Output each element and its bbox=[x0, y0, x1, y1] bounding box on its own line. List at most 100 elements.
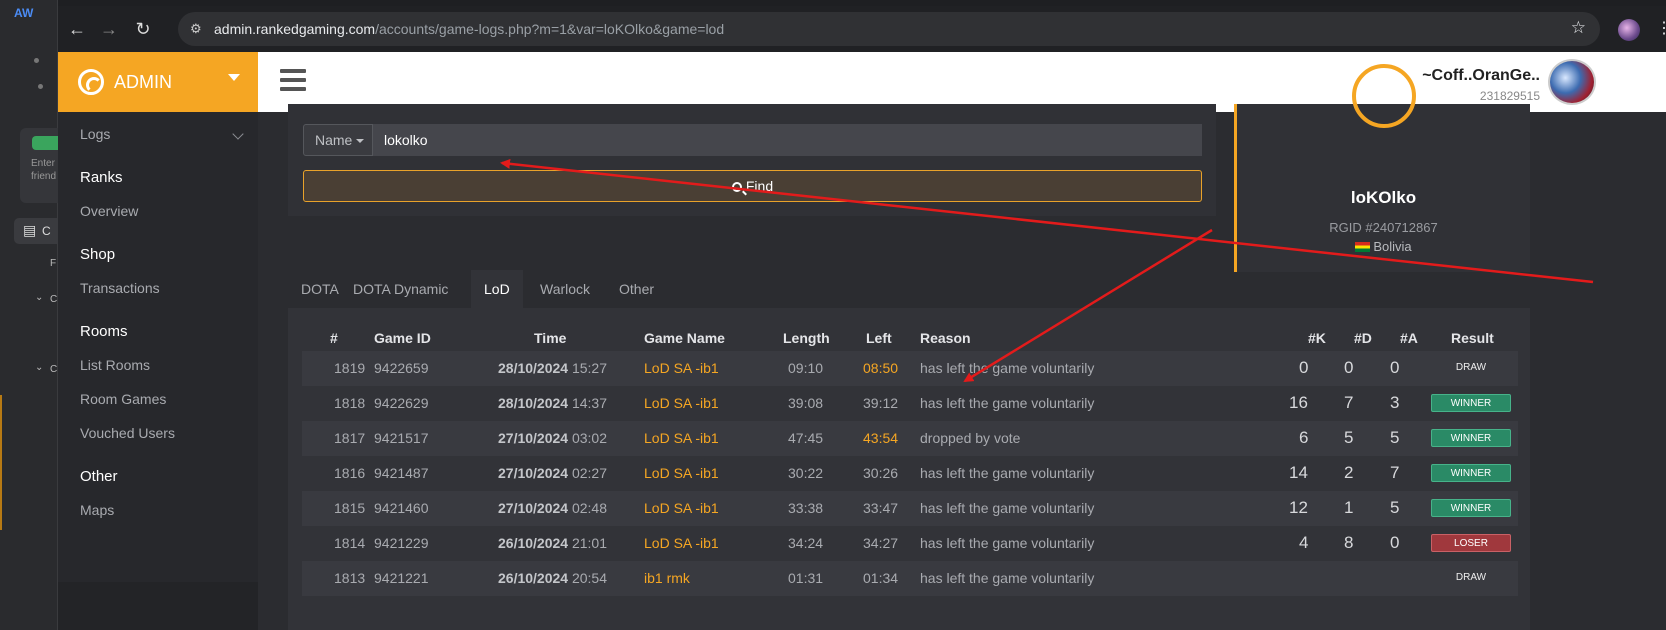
table-row: 1819 9422659 28/10/2024 15:27 LoD SA -ib1 09… bbox=[302, 351, 1518, 386]
outer-app-strip: AW Enter friend ▤ C F ⌄ C ⌄ C bbox=[0, 0, 58, 630]
back-arrow-icon[interactable]: ← bbox=[64, 16, 90, 42]
url-text[interactable]: admin.rankedgaming.com/accounts/game-log… bbox=[214, 21, 724, 37]
profile-country-name: Bolivia bbox=[1373, 239, 1412, 254]
row-date: 27/10/2024 bbox=[498, 500, 569, 516]
row-assists: 3 bbox=[1390, 393, 1400, 412]
row-time: 26/10/2024 20:54 bbox=[498, 570, 607, 586]
row-reason: has left the game voluntarily bbox=[920, 465, 1095, 481]
outer-enter-text: Enter bbox=[31, 158, 55, 169]
outer-green-button[interactable] bbox=[32, 136, 58, 150]
browser-window: ← → ↻ ⚙ admin.rankedgaming.com/accounts/… bbox=[58, 0, 1666, 630]
row-game-name-link[interactable]: LoD SA -ib1 bbox=[644, 395, 719, 411]
sidebar-section-ranks: Ranks bbox=[80, 169, 123, 186]
row-date: 28/10/2024 bbox=[498, 360, 569, 376]
search-panel: Name Find bbox=[288, 104, 1216, 216]
row-deaths: 2 bbox=[1344, 463, 1354, 482]
reload-icon[interactable]: ↻ bbox=[130, 16, 156, 42]
row-length: 01:31 bbox=[788, 570, 824, 586]
row-left: 08:50 bbox=[863, 360, 899, 376]
row-number: 1815 bbox=[334, 500, 366, 516]
row-game-id: 9421221 bbox=[374, 570, 429, 586]
row-clock: 15:27 bbox=[571, 360, 608, 376]
brand-dropdown[interactable]: ADMIN bbox=[58, 52, 258, 112]
find-button-label: Find bbox=[745, 178, 774, 194]
user-avatar[interactable] bbox=[1548, 59, 1596, 105]
row-number: 1814 bbox=[334, 535, 366, 551]
row-number: 1816 bbox=[334, 465, 366, 481]
sidebar-section-rooms: Rooms bbox=[80, 323, 128, 340]
find-button[interactable]: Find bbox=[303, 170, 1202, 202]
user-id: 231829515 bbox=[1479, 89, 1540, 103]
row-game-name-link[interactable]: LoD SA -ib1 bbox=[644, 500, 719, 516]
sidebar-item-list-rooms[interactable]: List Rooms bbox=[80, 357, 150, 373]
result-badge: DRAW bbox=[1455, 572, 1487, 583]
row-assists: 0 bbox=[1390, 533, 1400, 552]
sidebar-item-room-games[interactable]: Room Games bbox=[80, 391, 166, 407]
row-length: 30:22 bbox=[788, 465, 824, 481]
profile-card: loKOlko RGID #240712867 Bolivia bbox=[1234, 64, 1530, 272]
brand-logo-icon bbox=[78, 69, 104, 95]
sidebar-item-vouched-users[interactable]: Vouched Users bbox=[80, 425, 175, 441]
user-name[interactable]: ~Coff..OranGe.. bbox=[1422, 67, 1540, 85]
chevron-down-icon[interactable]: ⌄ bbox=[35, 362, 43, 373]
chevron-down-icon[interactable]: ⌄ bbox=[35, 292, 43, 303]
row-game-name-link[interactable]: LoD SA -ib1 bbox=[644, 465, 719, 481]
tab-lod[interactable]: LoD bbox=[471, 270, 523, 308]
tab-dota-dynamic[interactable]: DOTA Dynamic bbox=[340, 270, 461, 308]
outer-doc-letter: C bbox=[42, 224, 51, 238]
row-time: 28/10/2024 15:27 bbox=[498, 360, 607, 376]
table-row: 1814 9421229 26/10/2024 21:01 LoD SA -ib1 34… bbox=[302, 526, 1518, 561]
row-number: 1817 bbox=[334, 430, 366, 446]
row-deaths: 0 bbox=[1344, 358, 1354, 377]
row-game-name-link[interactable]: LoD SA -ib1 bbox=[644, 430, 719, 446]
forward-arrow-icon[interactable]: → bbox=[96, 16, 122, 42]
row-reason: has left the game voluntarily bbox=[920, 570, 1095, 586]
hamburger-menu-icon[interactable] bbox=[280, 69, 306, 93]
profile-avatar-ring bbox=[1352, 64, 1416, 128]
row-left: 39:12 bbox=[863, 395, 899, 411]
row-game-name-link[interactable]: ib1 rmk bbox=[644, 570, 690, 586]
row-date: 26/10/2024 bbox=[498, 570, 569, 586]
row-clock: 02:48 bbox=[571, 500, 608, 516]
result-badge: DRAW bbox=[1455, 362, 1487, 373]
row-assists: 5 bbox=[1390, 428, 1400, 447]
outer-c-letter: C bbox=[50, 294, 58, 305]
row-clock: 21:01 bbox=[571, 535, 608, 551]
search-field-select[interactable]: Name bbox=[303, 124, 373, 156]
row-left: 01:34 bbox=[863, 570, 899, 586]
tab-warlock[interactable]: Warlock bbox=[527, 270, 603, 308]
row-assists: 7 bbox=[1390, 463, 1400, 482]
row-game-name-link[interactable]: LoD SA -ib1 bbox=[644, 535, 719, 551]
row-number: 1819 bbox=[334, 360, 366, 376]
sidebar-item-overview[interactable]: Overview bbox=[80, 203, 138, 219]
row-number: 1813 bbox=[334, 570, 366, 586]
row-reason: has left the game voluntarily bbox=[920, 535, 1095, 551]
address-bar[interactable]: ⚙ admin.rankedgaming.com/accounts/game-l… bbox=[178, 12, 1600, 46]
site-settings-icon[interactable]: ⚙ bbox=[190, 20, 208, 38]
outer-c-letter: C bbox=[50, 364, 58, 375]
clipboard-icon: ▤ bbox=[23, 222, 37, 238]
row-clock: 03:02 bbox=[571, 430, 608, 446]
column-header: # bbox=[330, 330, 338, 346]
result-badge: WINNER bbox=[1431, 429, 1511, 447]
row-game-id: 9422629 bbox=[374, 395, 429, 411]
sidebar-item-transactions[interactable]: Transactions bbox=[80, 280, 160, 296]
sidebar-item-logs[interactable]: Logs bbox=[80, 126, 110, 142]
bolivia-flag-icon bbox=[1355, 242, 1371, 252]
browser-profile-avatar[interactable] bbox=[1618, 19, 1640, 41]
row-kills: 14 bbox=[1289, 463, 1308, 482]
row-clock: 20:54 bbox=[571, 570, 608, 586]
row-game-id: 9421487 bbox=[374, 465, 429, 481]
browser-menu-icon[interactable]: ⋮ bbox=[1656, 18, 1666, 38]
outer-doc-item[interactable]: ▤ C bbox=[14, 218, 58, 244]
bookmark-star-icon[interactable]: ☆ bbox=[1571, 18, 1586, 38]
column-header: Length bbox=[783, 330, 830, 346]
row-left: 43:54 bbox=[863, 430, 899, 446]
tab-other[interactable]: Other bbox=[606, 270, 667, 308]
search-input[interactable] bbox=[373, 124, 1202, 156]
row-time: 27/10/2024 02:27 bbox=[498, 465, 607, 481]
row-game-name-link[interactable]: LoD SA -ib1 bbox=[644, 360, 719, 376]
chevron-down-icon[interactable] bbox=[232, 128, 244, 140]
outer-dot bbox=[38, 84, 43, 89]
sidebar-item-maps[interactable]: Maps bbox=[80, 502, 114, 518]
